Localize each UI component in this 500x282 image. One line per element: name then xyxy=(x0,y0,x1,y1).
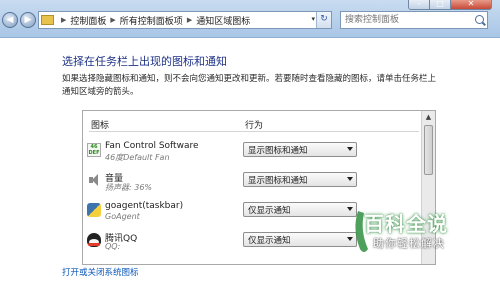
behavior-dropdown[interactable]: 仅显示通知 xyxy=(243,232,357,247)
list-item-fan-control: 46 DEF Fan Control Software 46度Default F… xyxy=(83,139,421,169)
back-button[interactable]: ◀ xyxy=(2,12,18,28)
breadcrumb-notification-icons[interactable]: 通知区域图标 xyxy=(196,14,250,27)
refresh-icon: ↻ xyxy=(320,14,328,24)
app-name: Fan Control Software xyxy=(105,141,199,151)
close-button[interactable]: ✕ xyxy=(450,0,492,10)
control-panel-folder-icon xyxy=(41,15,54,25)
watermark-subtitle: 助你轻松解决 xyxy=(373,237,445,250)
qq-penguin-icon xyxy=(87,233,101,247)
app-status: QQ: xyxy=(105,242,121,251)
maximize-button[interactable]: □ xyxy=(429,0,451,10)
chevron-right-icon: ▶ xyxy=(61,16,67,24)
window-toolbar: – □ ✕ ◀ ▶ ▶ 控制面板 ▶ 所有控制面板项 ▶ 通知区域图标 ▾ ↻ xyxy=(0,0,500,38)
forward-button[interactable]: ▶ xyxy=(20,12,36,28)
app-name: goagent(taskbar) xyxy=(105,201,184,211)
speaker-icon xyxy=(87,173,101,187)
column-header-icons: 图标 xyxy=(91,121,110,131)
list-item-volume: 音量 扬声器: 36% 显示图标和通知 xyxy=(83,169,421,199)
app-status: GoAgent xyxy=(105,212,140,221)
page-title: 选择在任务栏上出现的图标和通知 xyxy=(62,55,227,68)
forward-arrow-icon: ▶ xyxy=(24,15,32,25)
address-bar[interactable]: ▶ 控制面板 ▶ 所有控制面板项 ▶ 通知区域图标 ▾ ↻ xyxy=(38,11,332,29)
address-dropdown-icon[interactable]: ▾ xyxy=(311,15,315,23)
app-status: 扬声器: 36% xyxy=(105,183,153,192)
search-icon[interactable] xyxy=(475,15,484,24)
watermark-title: 百科全说 xyxy=(364,212,448,236)
python-icon xyxy=(87,203,101,217)
fan-control-icon: 46 DEF xyxy=(87,143,101,157)
column-header-behavior: 行为 xyxy=(245,121,264,131)
behavior-dropdown[interactable]: 显示图标和通知 xyxy=(243,172,357,187)
breadcrumb-control-panel[interactable]: 控制面板 xyxy=(70,14,106,27)
header-divider xyxy=(89,131,419,132)
search-input[interactable] xyxy=(341,12,469,28)
behavior-dropdown[interactable]: 显示图标和通知 xyxy=(243,142,357,157)
page-description: 如果选择隐藏图标和通知，则不会向您通知更改和更新。若要随时查看隐藏的图标，请单击… xyxy=(62,74,437,97)
chevron-down-icon xyxy=(347,147,353,151)
behavior-dropdown[interactable]: 仅显示通知 xyxy=(243,202,357,217)
toggle-system-icons-link[interactable]: 打开或关闭系统图标 xyxy=(62,266,139,278)
breadcrumb-all-items[interactable]: 所有控制面板项 xyxy=(120,14,183,27)
search-box[interactable] xyxy=(340,11,488,29)
back-arrow-icon: ◀ xyxy=(6,15,14,25)
chevron-down-icon xyxy=(347,177,353,181)
scrollbar-thumb[interactable] xyxy=(424,125,433,175)
chevron-right-icon: ▶ xyxy=(186,16,193,24)
scroll-up-icon[interactable]: ▲ xyxy=(422,111,435,124)
refresh-button[interactable]: ↻ xyxy=(316,12,331,28)
minimize-button[interactable]: – xyxy=(408,0,430,10)
watermark: 百科全说 助你轻松解决 xyxy=(350,205,500,282)
app-status: 46度Default Fan xyxy=(105,153,170,162)
chevron-right-icon: ▶ xyxy=(110,16,116,24)
